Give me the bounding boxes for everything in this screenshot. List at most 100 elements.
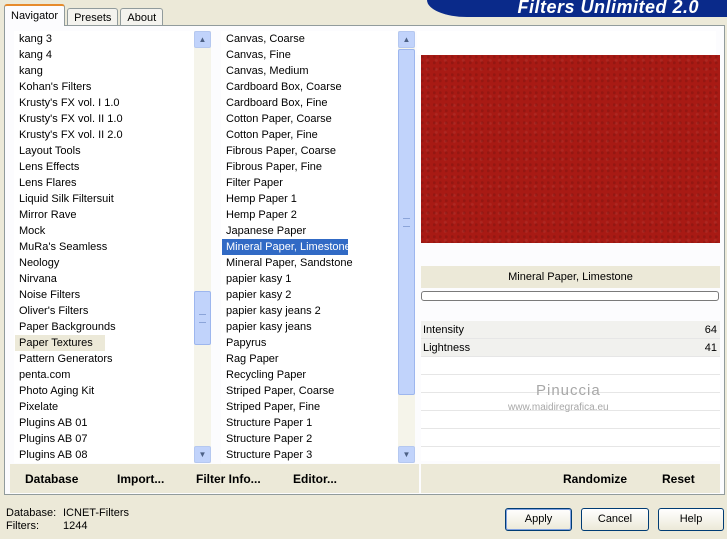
category-item[interactable]: Paper Backgrounds xyxy=(15,319,211,335)
filter-item[interactable]: Hemp Paper 1 xyxy=(222,191,415,207)
filter-item[interactable]: Cotton Paper, Coarse xyxy=(222,111,415,127)
list-item-label: papier kasy jeans xyxy=(226,321,312,333)
watermark-url: www.maidiregrafica.eu xyxy=(508,402,609,413)
filter-item[interactable]: Fibrous Paper, Coarse xyxy=(222,143,415,159)
filter-item[interactable]: Japanese Paper xyxy=(222,223,415,239)
category-item[interactable]: Lens Flares xyxy=(15,175,211,191)
category-item[interactable]: Krusty's FX vol. I 1.0 xyxy=(15,95,211,111)
main-panel: kang 3 kang 4 kang Kohan's Filters Krusty's … xyxy=(4,25,725,495)
category-item[interactable]: Neology xyxy=(15,255,211,271)
filter-item[interactable]: Mineral Paper, Sandstone xyxy=(222,255,415,271)
cancel-button[interactable]: Cancel xyxy=(581,508,649,531)
filters-count-value: 1244 xyxy=(63,520,88,532)
category-item[interactable]: Krusty's FX vol. II 2.0 xyxy=(15,127,211,143)
scroll-thumb[interactable] xyxy=(194,291,211,345)
randomize-link[interactable]: Randomize xyxy=(563,472,627,486)
category-item[interactable]: kang xyxy=(15,63,211,79)
editor-link[interactable]: Editor... xyxy=(293,472,337,486)
apply-button[interactable]: Apply xyxy=(505,508,572,531)
filter-item[interactable]: Striped Paper, Fine xyxy=(222,399,415,415)
category-item[interactable]: Lens Effects xyxy=(15,159,211,175)
category-item[interactable]: Noise Filters xyxy=(15,287,211,303)
param-actions-bar: Randomize Reset xyxy=(421,464,720,493)
category-item[interactable]: Pixelate xyxy=(15,399,211,415)
filter-item[interactable]: Filter Paper xyxy=(222,175,415,191)
database-value: ICNET-Filters xyxy=(63,507,129,519)
param-row-intensity[interactable]: Intensity 64 xyxy=(421,321,720,339)
tab-presets[interactable]: Presets xyxy=(67,8,119,26)
filter-list[interactable]: Canvas, Coarse Canvas, Fine Canvas, Medium… xyxy=(221,31,415,463)
filter-name-label: Mineral Paper, Limestone xyxy=(421,266,720,288)
list-actions-bar: Database Import... Filter Info... Editor… xyxy=(10,464,419,493)
category-item[interactable]: Paper Textures xyxy=(15,335,105,351)
param-row-empty xyxy=(421,411,720,429)
reset-link[interactable]: Reset xyxy=(662,472,695,486)
preview-area xyxy=(417,31,716,55)
filter-item[interactable]: Rag Paper xyxy=(222,351,415,367)
database-label: Database: xyxy=(6,507,57,519)
tab-about[interactable]: About xyxy=(120,8,164,26)
status-area: Database: ICNET-Filters Filters: 1244 xyxy=(6,507,129,533)
param-row-lightness[interactable]: Lightness 41 xyxy=(421,339,720,357)
filter-item[interactable]: Canvas, Fine xyxy=(222,47,415,63)
category-item[interactable]: kang 3 xyxy=(15,31,211,47)
param-label: Lightness xyxy=(423,342,471,354)
category-item[interactable]: Layout Tools xyxy=(15,143,211,159)
category-item[interactable]: Liquid Silk Filtersuit xyxy=(15,191,211,207)
progress-bar xyxy=(421,291,719,301)
filter-item[interactable]: Cardboard Box, Coarse xyxy=(222,79,415,95)
filter-info-link[interactable]: Filter Info... xyxy=(196,472,261,486)
category-item[interactable]: kang 4 xyxy=(15,47,211,63)
category-item[interactable]: Plugins AB 07 xyxy=(15,431,211,447)
category-item[interactable]: penta.com xyxy=(15,367,211,383)
filter-item[interactable]: Hemp Paper 2 xyxy=(222,207,415,223)
category-item[interactable]: Plugins AB 01 xyxy=(15,415,211,431)
filter-item[interactable]: Mineral Paper, Limestone xyxy=(222,239,351,255)
category-item[interactable]: Oliver's Filters xyxy=(15,303,211,319)
help-button[interactable]: Help xyxy=(658,508,724,531)
category-scrollbar[interactable]: ▲ ▼ xyxy=(194,31,211,463)
scroll-down-icon[interactable]: ▼ xyxy=(398,446,415,463)
category-item[interactable]: MuRa's Seamless xyxy=(15,239,211,255)
scroll-up-icon[interactable]: ▲ xyxy=(194,31,211,48)
category-item[interactable]: Plugins AB 08 xyxy=(15,447,211,463)
database-link[interactable]: Database xyxy=(25,472,78,486)
filter-item[interactable]: Striped Paper, Coarse xyxy=(222,383,415,399)
scroll-down-icon[interactable]: ▼ xyxy=(194,446,211,463)
filter-item[interactable]: papier kasy 2 xyxy=(222,287,415,303)
filter-item[interactable]: Cardboard Box, Fine xyxy=(222,95,415,111)
category-item[interactable]: Mirror Rave xyxy=(15,207,211,223)
category-item[interactable]: Pattern Generators xyxy=(15,351,211,367)
category-item[interactable]: Kohan's Filters xyxy=(15,79,211,95)
filter-item[interactable]: Structure Paper 1 xyxy=(222,415,415,431)
param-value: 41 xyxy=(704,342,717,354)
filter-item[interactable]: papier kasy jeans xyxy=(222,319,415,335)
filter-item[interactable]: Structure Paper 3 xyxy=(222,447,415,463)
filter-item[interactable]: papier kasy 1 xyxy=(222,271,415,287)
filters-count-label: Filters: xyxy=(6,520,39,532)
filter-item[interactable]: Papyrus xyxy=(222,335,415,351)
param-value: 64 xyxy=(704,324,717,336)
category-list[interactable]: kang 3 kang 4 kang Kohan's Filters Krusty's … xyxy=(14,31,211,463)
import-link[interactable]: Import... xyxy=(117,472,164,486)
scroll-up-icon[interactable]: ▲ xyxy=(398,31,415,48)
tab-navigator[interactable]: Navigator xyxy=(4,4,66,26)
preview-image xyxy=(421,55,720,243)
scroll-thumb[interactable] xyxy=(398,49,415,395)
filter-scrollbar[interactable]: ▲ ▼ xyxy=(398,31,415,463)
filter-item[interactable]: Structure Paper 2 xyxy=(222,431,415,447)
filter-item[interactable]: Recycling Paper xyxy=(222,367,415,383)
tab-bar: Navigator Presets About xyxy=(4,4,165,26)
filter-item[interactable]: Cotton Paper, Fine xyxy=(222,127,415,143)
filter-item[interactable]: papier kasy jeans 2 xyxy=(222,303,415,319)
filter-item[interactable]: Canvas, Medium xyxy=(222,63,415,79)
param-row-empty xyxy=(421,357,720,375)
category-item[interactable]: Mock xyxy=(15,223,211,239)
param-row-empty xyxy=(421,429,720,447)
filter-item[interactable]: Fibrous Paper, Fine xyxy=(222,159,415,175)
filter-item[interactable]: Canvas, Coarse xyxy=(222,31,415,47)
category-item[interactable]: Nirvana xyxy=(15,271,211,287)
category-item[interactable]: Krusty's FX vol. II 1.0 xyxy=(15,111,211,127)
category-item[interactable]: Photo Aging Kit xyxy=(15,383,211,399)
watermark-name: Pinuccia xyxy=(536,382,601,399)
